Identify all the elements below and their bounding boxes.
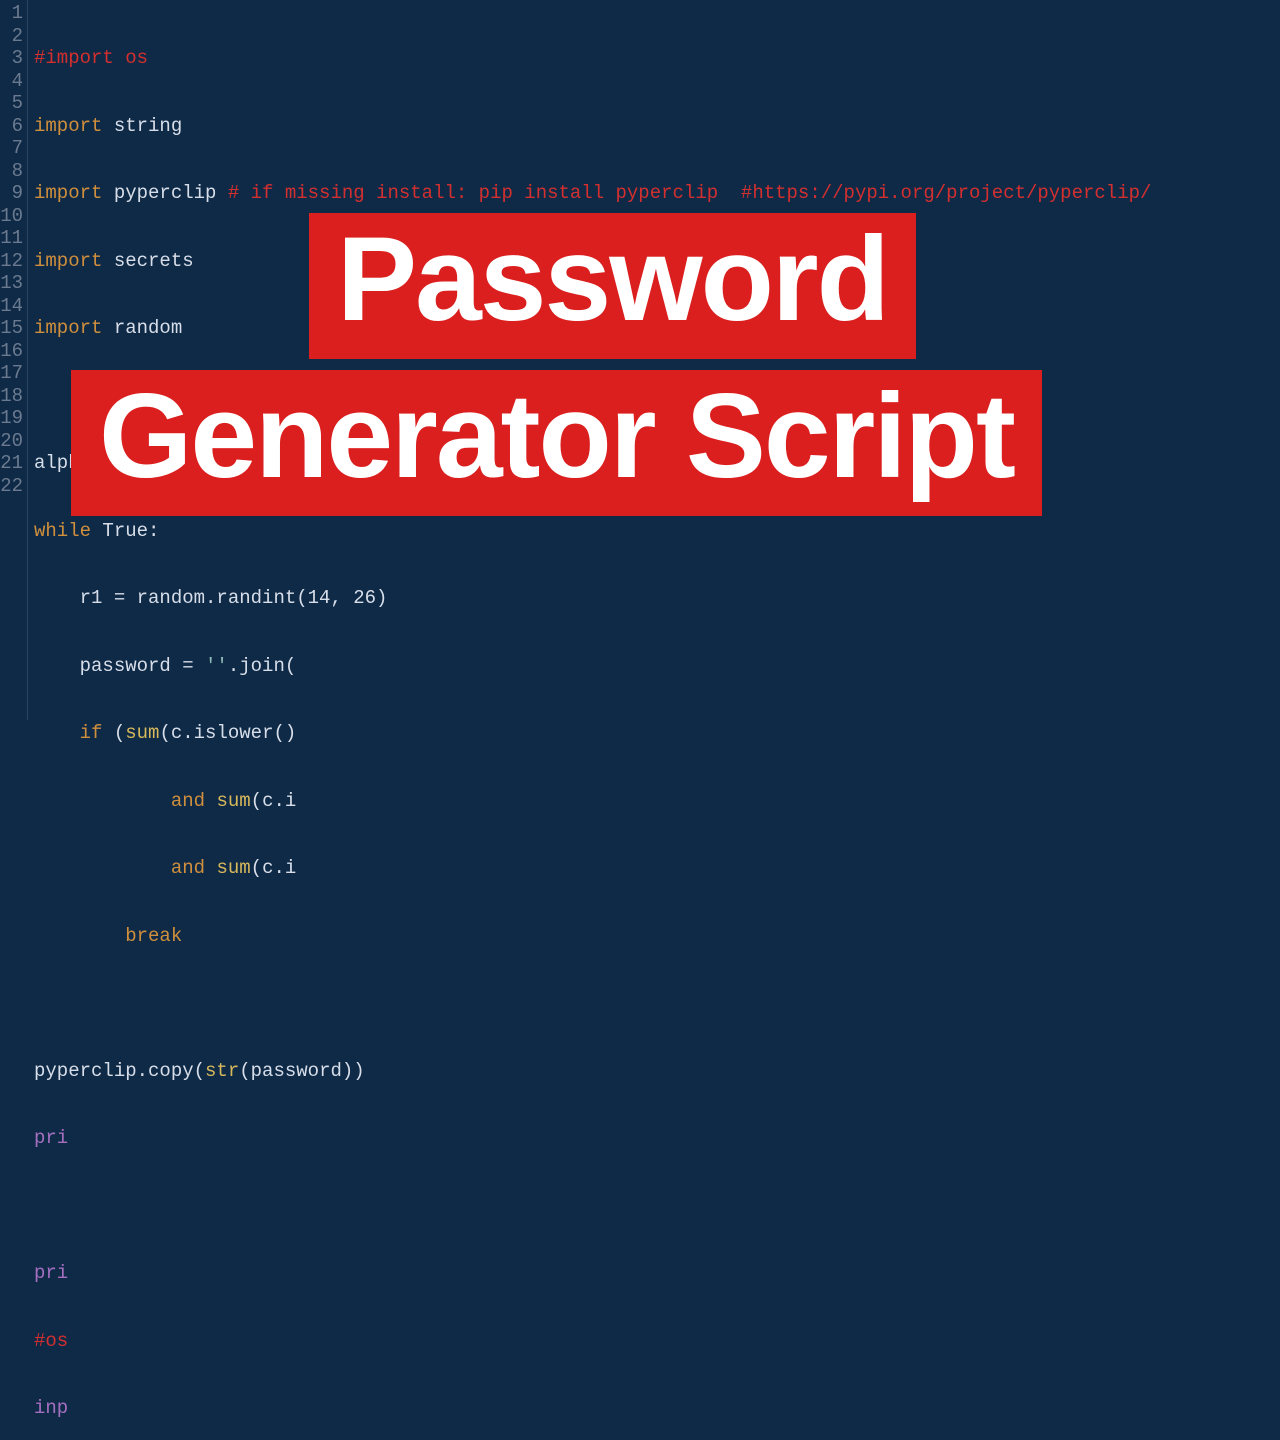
code-line: and sum(c.i [34, 857, 1151, 880]
line-number: 4 [0, 70, 23, 93]
code-line [34, 1195, 1151, 1218]
code-line: pri [34, 1127, 1151, 1150]
line-number: 20 [0, 430, 23, 453]
code-line: and sum(c.i [34, 790, 1151, 813]
code-line [34, 992, 1151, 1015]
line-number: 11 [0, 227, 23, 250]
title-overlay-line1: Password [309, 213, 916, 359]
line-number: 10 [0, 205, 23, 228]
line-number: 21 [0, 452, 23, 475]
line-number: 9 [0, 182, 23, 205]
code-area[interactable]: #import os import string import pypercli… [28, 0, 1151, 720]
line-number: 13 [0, 272, 23, 295]
code-line: if (sum(c.islower() [34, 722, 1151, 745]
code-line: while True: [34, 520, 1151, 543]
line-number: 5 [0, 92, 23, 115]
line-number: 2 [0, 25, 23, 48]
code-line: #os [34, 1330, 1151, 1353]
line-number: 8 [0, 160, 23, 183]
line-number: 6 [0, 115, 23, 138]
code-line: break [34, 925, 1151, 948]
line-number: 16 [0, 340, 23, 363]
line-number: 3 [0, 47, 23, 70]
code-line: inp [34, 1397, 1151, 1420]
line-number: 1 [0, 2, 23, 25]
code-line: r1 = random.randint(14, 26) [34, 587, 1151, 610]
line-number: 18 [0, 385, 23, 408]
code-line: import pyperclip # if missing install: p… [34, 182, 1151, 205]
line-number: 12 [0, 250, 23, 273]
code-line: #import os [34, 47, 1151, 70]
line-number: 15 [0, 317, 23, 340]
code-line: password = ''.join( [34, 655, 1151, 678]
line-number: 22 [0, 475, 23, 498]
line-number: 7 [0, 137, 23, 160]
code-line: pri [34, 1262, 1151, 1285]
code-editor: 1 2 3 4 5 6 7 8 9 10 11 12 13 14 15 16 1… [0, 0, 1280, 720]
line-number-gutter: 1 2 3 4 5 6 7 8 9 10 11 12 13 14 15 16 1… [0, 0, 28, 720]
line-number: 14 [0, 295, 23, 318]
code-line: pyperclip.copy(str(password)) [34, 1060, 1151, 1083]
code-line: import string [34, 115, 1151, 138]
title-overlay-line2: Generator Script [71, 370, 1042, 516]
line-number: 19 [0, 407, 23, 430]
line-number: 17 [0, 362, 23, 385]
